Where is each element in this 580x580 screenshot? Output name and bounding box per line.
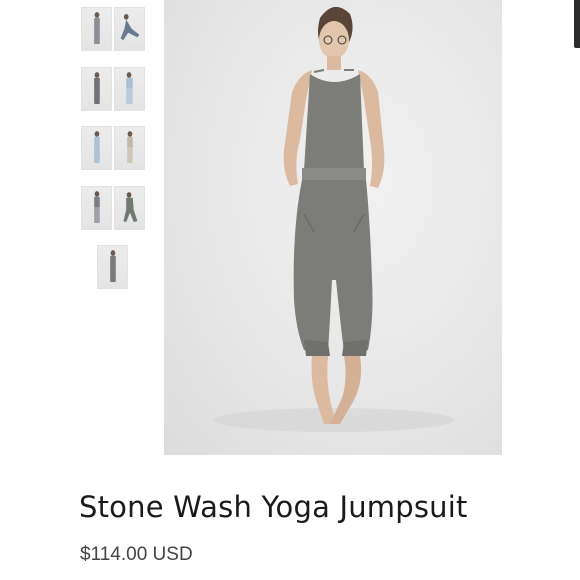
thumbnail-3[interactable] (81, 67, 112, 111)
thumbnail-8[interactable] (114, 186, 145, 230)
thumbnail-1[interactable] (81, 7, 112, 51)
thumbnail-9[interactable] (97, 245, 128, 289)
product-price: $114.00 USD (80, 544, 193, 565)
thumbnail-4[interactable] (114, 67, 145, 111)
thumbnail-5[interactable] (81, 126, 112, 170)
thumbnail-7[interactable] (81, 186, 112, 230)
product-title: Stone Wash Yoga Jumpsuit (79, 490, 468, 524)
model-wearing-jumpsuit-illustration (214, 6, 454, 432)
thumbnail-6[interactable] (114, 126, 145, 170)
thumbnail-2[interactable] (114, 7, 145, 51)
main-product-image[interactable] (164, 0, 502, 455)
device-edge-indicator (574, 0, 580, 48)
thumbnail-gallery (0, 0, 160, 300)
